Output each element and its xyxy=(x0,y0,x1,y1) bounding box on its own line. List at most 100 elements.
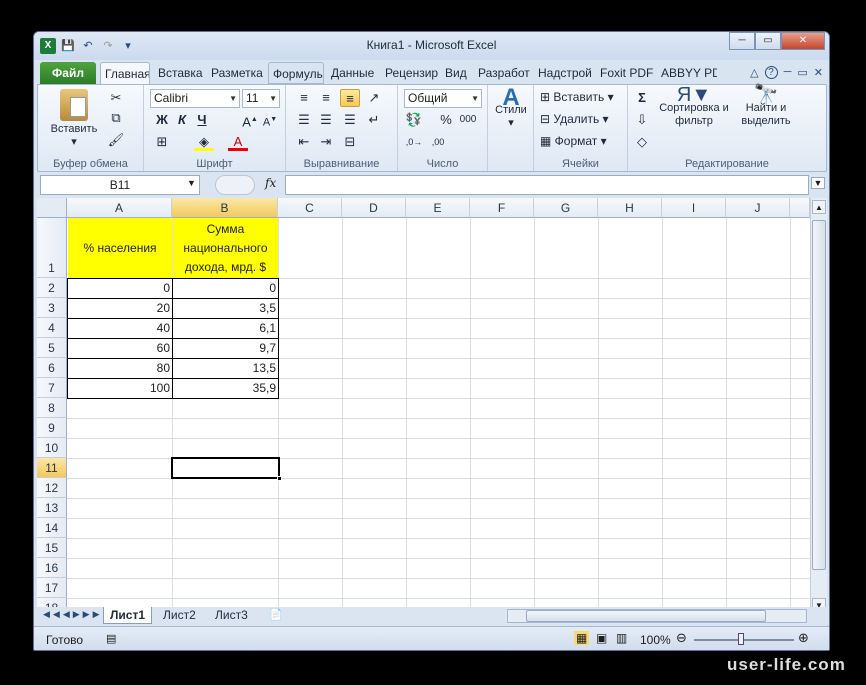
row-header[interactable]: 15 xyxy=(37,538,67,558)
tab-page-layout[interactable]: Разметка xyxy=(207,62,267,84)
cell-a5[interactable]: 60 xyxy=(67,338,173,359)
sheet-tab-3[interactable]: Лист3 xyxy=(209,607,254,624)
sheet-nav-icons[interactable]: ◀◀◀▶▶▶ xyxy=(43,609,103,620)
align-center-icon[interactable]: ☰ xyxy=(316,111,336,129)
column-header-c[interactable]: C xyxy=(278,198,342,218)
tab-review[interactable]: Рецензир xyxy=(381,62,439,84)
font-name-combo[interactable]: Calibri ▼ xyxy=(150,89,240,108)
select-all-corner[interactable] xyxy=(37,198,67,218)
cell-b1[interactable]: Сумма национального дохода, мрд. $ xyxy=(173,218,278,278)
column-header-e[interactable]: E xyxy=(406,198,470,218)
formula-input[interactable] xyxy=(285,175,809,195)
column-header-j[interactable]: J xyxy=(726,198,790,218)
cell-b2[interactable]: 0 xyxy=(172,278,279,299)
cell-a1[interactable]: % населения xyxy=(68,218,172,278)
column-header-g[interactable]: G xyxy=(534,198,598,218)
orientation-icon[interactable]: ↗ xyxy=(364,89,384,107)
zoom-slider[interactable] xyxy=(694,639,794,641)
number-format-combo[interactable]: Общий ▼ xyxy=(404,89,482,108)
percent-button[interactable]: % xyxy=(436,111,456,129)
cell-b6[interactable]: 13,5 xyxy=(172,358,279,379)
align-bottom-icon[interactable]: ≡ xyxy=(340,89,360,107)
align-left-icon[interactable]: ☰ xyxy=(294,111,314,129)
row-header[interactable]: 9 xyxy=(37,418,67,438)
zoom-in-icon[interactable]: ⊕ xyxy=(798,630,809,646)
font-color-icon[interactable]: A xyxy=(228,133,248,151)
paste-button[interactable]: Вставить ▾ xyxy=(44,89,104,149)
cell-a3[interactable]: 20 xyxy=(67,298,173,319)
row-header[interactable]: 5 xyxy=(37,338,67,358)
tab-view[interactable]: Вид xyxy=(441,62,471,84)
row-header[interactable]: 8 xyxy=(37,398,67,418)
tab-foxit-pdf[interactable]: Foxit PDF xyxy=(596,62,656,84)
row-header[interactable]: 4 xyxy=(37,318,67,338)
decrease-indent-icon[interactable]: ⇤ xyxy=(294,133,314,151)
tab-data[interactable]: Данные xyxy=(327,62,379,84)
page-break-view-icon[interactable]: ▥ xyxy=(616,631,627,645)
tab-addins[interactable]: Надстрой xyxy=(534,62,594,84)
row-header[interactable]: 7 xyxy=(37,378,67,398)
macro-record-icon[interactable]: ▤ xyxy=(106,632,116,645)
row-header[interactable]: 17 xyxy=(37,578,67,598)
row-header[interactable]: 13 xyxy=(37,498,67,518)
comma-style-icon[interactable]: 000 xyxy=(458,111,478,129)
format-cells-button[interactable]: ▦ Формат ▾ xyxy=(540,133,607,149)
row-header[interactable]: 6 xyxy=(37,358,67,378)
styles-button[interactable]: A Стили ▾ xyxy=(490,86,532,130)
horizontal-scrollbar[interactable] xyxy=(507,609,807,623)
row-header[interactable]: 14 xyxy=(37,518,67,538)
align-middle-icon[interactable]: ≡ xyxy=(316,89,336,107)
fill-handle[interactable] xyxy=(277,476,282,481)
close-button[interactable]: ✕ xyxy=(781,32,825,50)
maximize-button[interactable]: ▭ xyxy=(755,32,781,50)
tab-home[interactable]: Главная xyxy=(100,62,150,84)
bold-button[interactable]: Ж xyxy=(152,111,172,129)
name-box-dropdown-icon[interactable]: ▼ xyxy=(187,178,196,188)
page-layout-view-icon[interactable]: ▣ xyxy=(596,631,607,645)
cell-a6[interactable]: 80 xyxy=(67,358,173,379)
vertical-scrollbar[interactable]: ▲ ▼ xyxy=(810,198,827,616)
cell-b4[interactable]: 6,1 xyxy=(172,318,279,339)
find-select-button[interactable]: 🔭 Найти и выделить xyxy=(736,85,796,128)
merge-center-icon[interactable]: ⊟ xyxy=(340,133,360,151)
clear-icon[interactable]: ◇ xyxy=(632,133,652,151)
tab-developer[interactable]: Разработ xyxy=(474,62,532,84)
doc-close-icon[interactable]: ✕ xyxy=(814,66,823,79)
column-header-h[interactable]: H xyxy=(598,198,662,218)
delete-cells-button[interactable]: ⊟ Удалить ▾ xyxy=(540,111,609,127)
cut-icon[interactable]: ✂ xyxy=(106,89,126,107)
column-header-i[interactable]: I xyxy=(662,198,726,218)
hscroll-thumb[interactable] xyxy=(526,610,766,622)
insert-cells-button[interactable]: ⊞ Вставить ▾ xyxy=(540,89,614,105)
underline-button[interactable]: Ч xyxy=(192,111,212,129)
help-icon[interactable]: ? xyxy=(764,66,778,79)
cell-b7[interactable]: 35,9 xyxy=(172,378,279,399)
insert-sheet-icon[interactable]: 📄 xyxy=(269,608,283,621)
worksheet-grid[interactable]: A B C D E F G H I J 1 2 3 4 5 6 7 8 9 10… xyxy=(37,198,827,616)
increase-decimal-icon[interactable]: ,0→ xyxy=(404,133,424,151)
currency-icon[interactable]: 💱 xyxy=(404,111,424,129)
increase-font-icon[interactable]: A▲ xyxy=(240,111,260,129)
column-header-b[interactable]: B xyxy=(172,198,278,218)
scroll-thumb[interactable] xyxy=(812,220,826,570)
normal-view-icon[interactable]: ▦ xyxy=(574,631,590,645)
expand-formula-icon[interactable]: ▼ xyxy=(811,177,825,189)
fill-icon[interactable]: ⇩ xyxy=(632,111,652,129)
active-cell-selection[interactable] xyxy=(171,457,280,479)
sort-filter-button[interactable]: Я▼ Сортировка и фильтр xyxy=(658,85,730,128)
tab-abbyy[interactable]: ABBYY PD xyxy=(657,62,717,84)
decrease-decimal-icon[interactable]: ,00 xyxy=(428,133,448,151)
sheet-tab-1[interactable]: Лист1 xyxy=(103,607,153,624)
row-header[interactable]: 3 xyxy=(37,298,67,318)
row-header[interactable]: 10 xyxy=(37,438,67,458)
minimize-button[interactable]: ─ xyxy=(729,32,755,50)
autosum-icon[interactable]: Σ xyxy=(632,89,652,107)
sheet-tab-2[interactable]: Лист2 xyxy=(157,607,202,624)
cell-a4[interactable]: 40 xyxy=(67,318,173,339)
format-painter-icon[interactable]: 🖌 xyxy=(106,131,126,149)
decrease-font-icon[interactable]: A▼ xyxy=(260,111,280,129)
scroll-up-icon[interactable]: ▲ xyxy=(812,200,826,214)
tab-file[interactable]: Файл xyxy=(40,62,96,84)
cell-b3[interactable]: 3,5 xyxy=(172,298,279,319)
column-header-a[interactable]: A xyxy=(67,198,172,218)
